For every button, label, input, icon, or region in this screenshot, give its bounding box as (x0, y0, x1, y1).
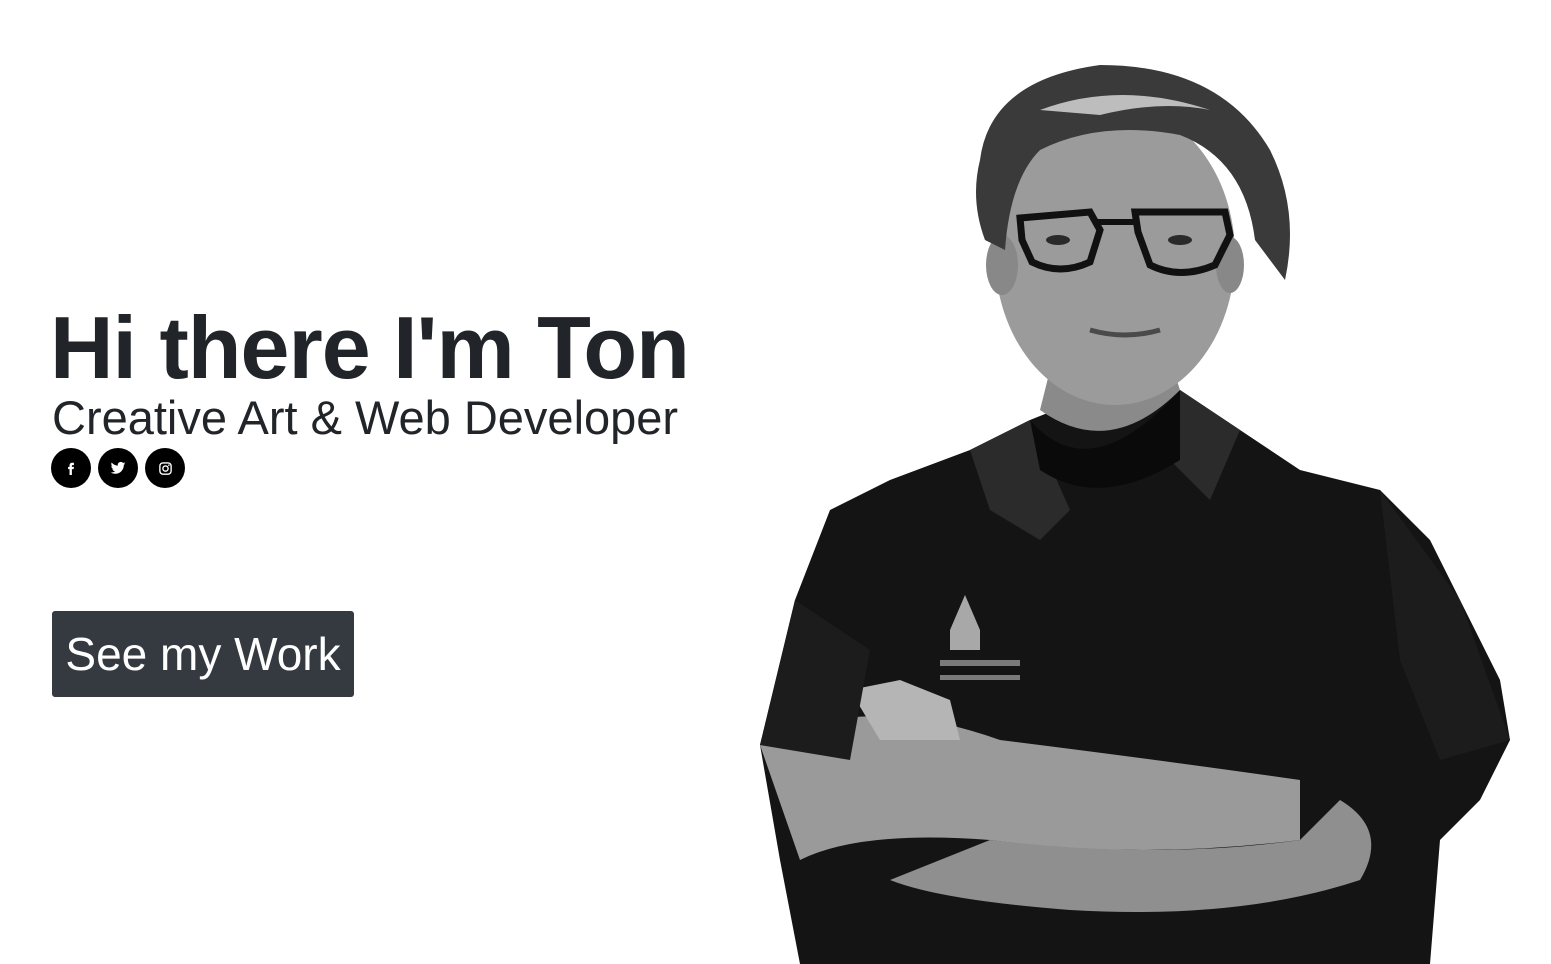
see-my-work-button[interactable]: See my Work (52, 611, 354, 697)
hero-headline: Hi there I'm Ton (50, 298, 690, 397)
intro-block: Hi there I'm Ton Creative Art & Web Deve… (50, 300, 750, 488)
portrait-photo (760, 65, 1510, 964)
hero-subtitle: Creative Art & Web Developer (52, 391, 679, 444)
facebook-link[interactable] (51, 448, 91, 488)
instagram-link[interactable] (145, 448, 185, 488)
twitter-icon (110, 461, 126, 474)
instagram-icon (158, 461, 172, 475)
facebook-icon (68, 462, 74, 475)
hero-section: Hi there I'm Ton Creative Art & Web Deve… (0, 0, 1551, 964)
social-links (51, 448, 750, 488)
twitter-link[interactable] (98, 448, 138, 488)
